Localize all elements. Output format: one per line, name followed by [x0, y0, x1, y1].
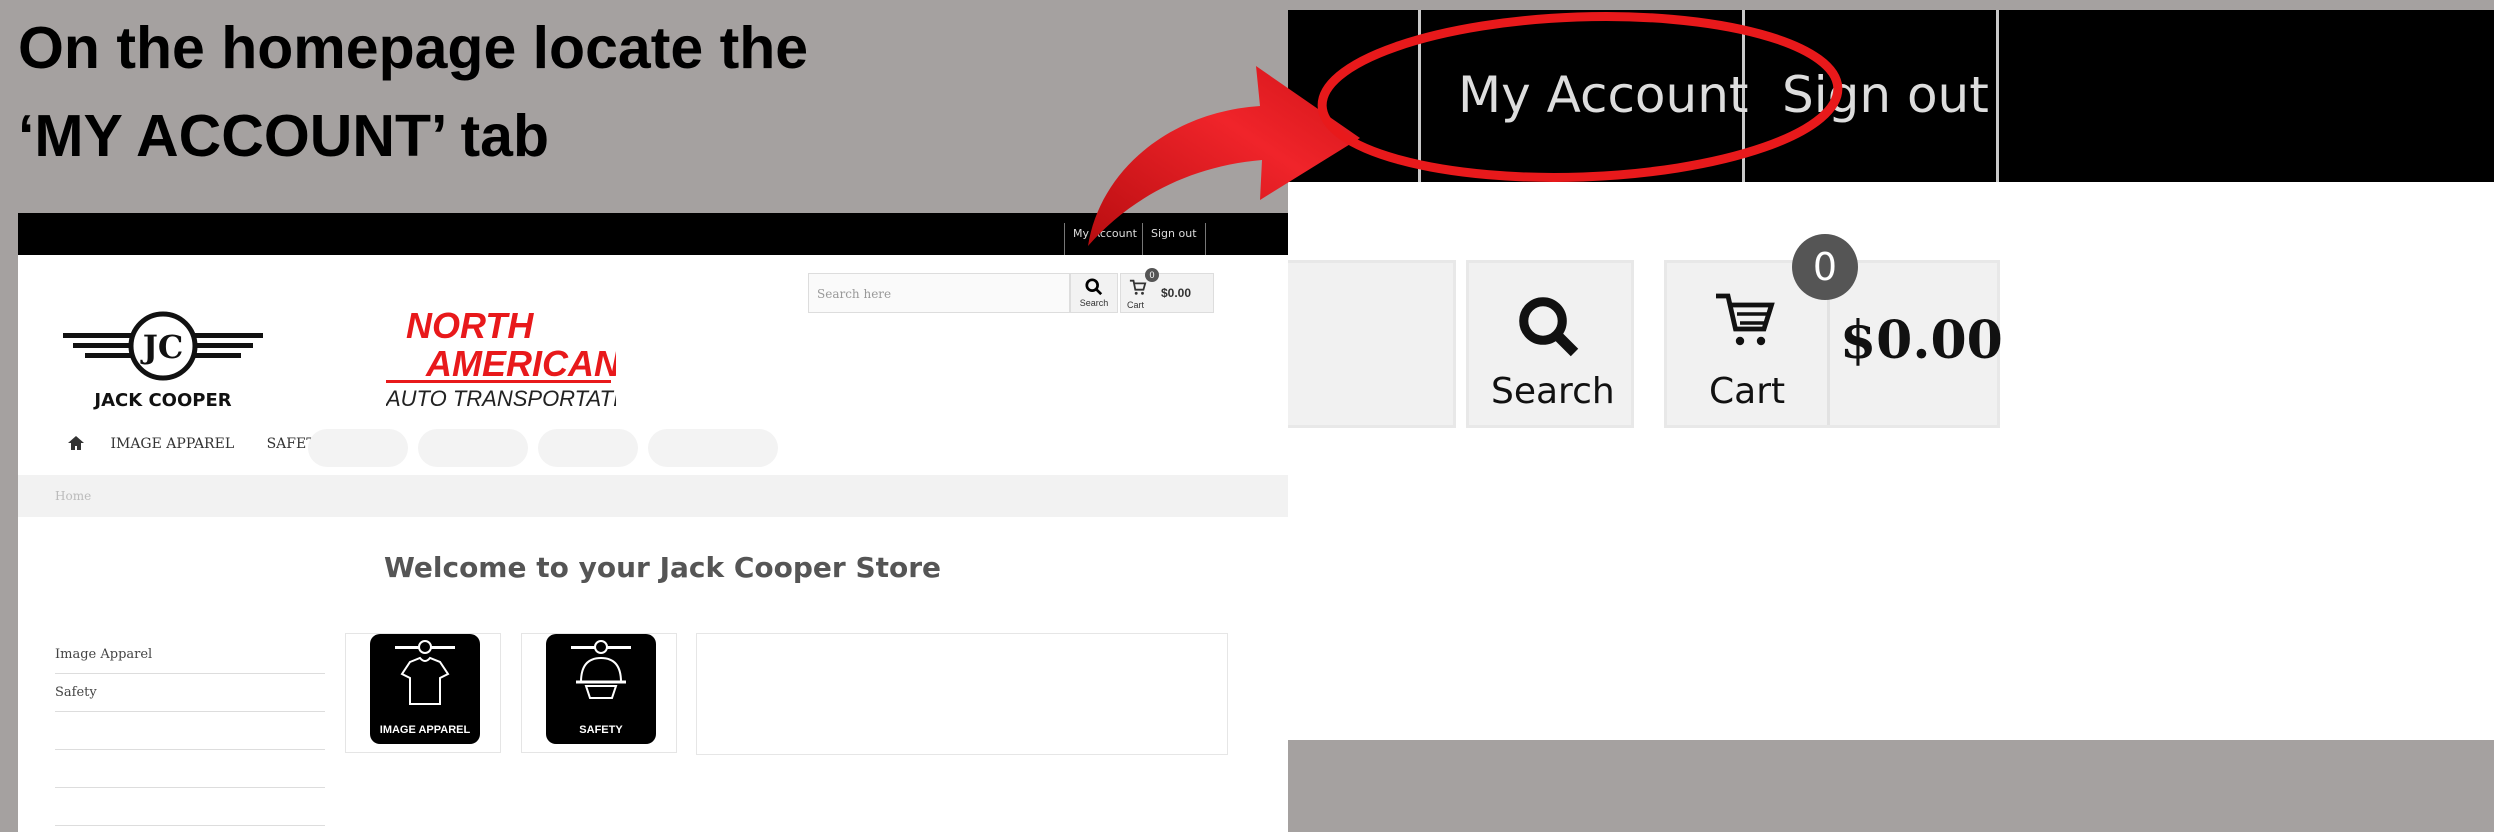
sidebar-item-blank: [55, 789, 325, 826]
shirt-icon: [395, 640, 455, 705]
cart-icon: [1129, 279, 1147, 295]
tile-label: SAFETY: [579, 724, 623, 736]
zoomed-search-label: Search: [1491, 371, 1615, 412]
search-icon: [1519, 297, 1579, 357]
svg-text:JC: JC: [140, 328, 184, 366]
helmet-icon: [571, 640, 631, 699]
north-american-emblem: NORTH AMERICAN AUTO TRANSPORTATION: [384, 305, 652, 411]
nav-placeholder: [538, 429, 638, 467]
zoomed-search-button[interactable]: Search: [1466, 260, 1634, 428]
sidebar-item-blank: [55, 751, 325, 788]
search-button[interactable]: Search: [1070, 273, 1118, 313]
content-placeholder: [696, 633, 1228, 755]
sidebar-item-blank: [55, 713, 325, 750]
nav-placeholder: [308, 429, 408, 467]
sidebar-item-image-apparel[interactable]: Image Apparel: [55, 637, 325, 674]
tile-label: IMAGE APPAREL: [379, 724, 471, 736]
cart-total: $0.00: [1161, 286, 1192, 300]
zoomed-cart-total: $0.00: [1840, 310, 2003, 371]
instruction-heading: On the homepage locate the ‘MY ACCOUNT’ …: [18, 4, 1018, 180]
nav-placeholder: [418, 429, 528, 467]
search-icon: [1085, 278, 1103, 296]
cart-icon: [1716, 293, 1775, 346]
category-tile-image: IMAGE APPAREL: [370, 634, 480, 744]
category-tile-safety[interactable]: SAFETY: [521, 633, 677, 753]
breadcrumb-home[interactable]: Home: [55, 489, 91, 503]
nav-item-image-apparel[interactable]: IMAGE APPAREL: [110, 436, 234, 452]
cart-button[interactable]: Cart 0 $0.00: [1120, 268, 1214, 313]
instruction-line-2: ‘MY ACCOUNT’ tab: [18, 103, 550, 169]
instruction-line-1: On the homepage locate the: [18, 15, 809, 81]
svg-text:AUTO TRANSPORTATION: AUTO TRANSPORTATION: [386, 386, 616, 411]
cart-button-label: Cart: [1127, 300, 1145, 310]
jack-cooper-emblem: JC JACK COOPER: [63, 311, 263, 411]
zoomed-cart-label: Cart: [1709, 371, 1786, 412]
svg-text:AMERICAN: AMERICAN: [425, 343, 616, 384]
cart-count-badge: 0: [1145, 268, 1159, 282]
breadcrumb-bar: Home: [18, 475, 1288, 517]
zoomed-cart-count-badge: 0: [1792, 234, 1858, 300]
category-tile-image-apparel[interactable]: IMAGE APPAREL: [345, 633, 501, 753]
home-icon[interactable]: [68, 436, 84, 450]
north-american-logo[interactable]: NORTH AMERICAN AUTO TRANSPORTATION: [384, 298, 652, 418]
background-block: [1405, 742, 2494, 832]
search-button-label: Search: [1079, 298, 1109, 308]
nav-placeholder: [648, 429, 778, 467]
zoomed-search-input[interactable]: [1288, 260, 1456, 428]
page-title: Welcome to your Jack Cooper Store: [384, 551, 942, 584]
jack-cooper-logo[interactable]: JC JACK COOPER: [63, 298, 263, 418]
divider: [1996, 10, 1999, 182]
svg-text:JACK COOPER: JACK COOPER: [92, 390, 231, 411]
search-input[interactable]: Search here: [808, 273, 1070, 313]
category-tile-image: SAFETY: [546, 634, 656, 744]
highlight-ellipse: [1317, 12, 1843, 182]
homepage-screenshot: My Account Sign out JC JACK COOPER NORTH…: [18, 213, 1288, 832]
svg-text:NORTH: NORTH: [406, 305, 534, 346]
sidebar-item-safety[interactable]: Safety: [55, 675, 325, 712]
